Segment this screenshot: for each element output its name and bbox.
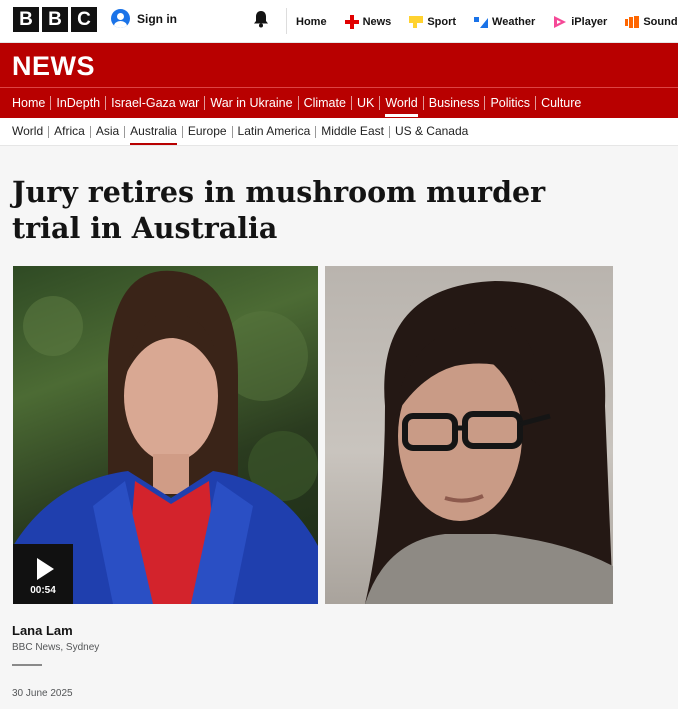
news-wordmark[interactable]: NEWS xyxy=(12,51,95,82)
section-nav-item[interactable]: Israel-Gaza war xyxy=(106,88,204,119)
global-nav-iplayer[interactable]: iPlayer xyxy=(553,15,607,29)
section-nav-item[interactable]: Climate xyxy=(299,88,351,119)
sub-nav-item-active[interactable]: Australia xyxy=(125,118,182,146)
section-nav-item[interactable]: Home xyxy=(12,88,50,119)
play-icon xyxy=(37,558,54,580)
sub-nav-item[interactable]: World xyxy=(12,118,48,146)
sub-nav-item[interactable]: US & Canada xyxy=(390,118,473,146)
signin-link[interactable]: Sign in xyxy=(111,9,177,28)
sub-nav-item[interactable]: Asia xyxy=(91,118,124,146)
signin-label: Sign in xyxy=(137,11,177,26)
global-nav-label: Sport xyxy=(427,15,457,28)
logo-letter: B xyxy=(42,7,68,32)
sub-nav-item[interactable]: Europe xyxy=(183,118,232,146)
logo-letter: C xyxy=(71,7,97,32)
section-nav-item[interactable]: Culture xyxy=(536,88,586,119)
global-nav-weather[interactable]: Weather xyxy=(474,15,535,29)
article-media: 00:54 xyxy=(13,266,613,604)
video-play-button[interactable]: 00:54 xyxy=(13,544,73,604)
video-thumbnail[interactable]: 00:54 xyxy=(13,266,318,604)
article-headline: Jury retires in mushroom murder trial in… xyxy=(12,175,546,245)
global-nav-label: Weather xyxy=(492,15,536,28)
sub-nav-item[interactable]: Africa xyxy=(49,118,90,146)
global-nav-home[interactable]: Home xyxy=(296,16,327,28)
author-name[interactable]: Lana Lam xyxy=(12,623,73,638)
news-banner: NEWS xyxy=(0,43,678,87)
byline-divider xyxy=(12,664,42,666)
sub-nav-item[interactable]: Middle East xyxy=(316,118,389,146)
section-nav-item[interactable]: Business xyxy=(424,88,485,119)
section-nav: Home InDepth Israel-Gaza war War in Ukra… xyxy=(0,87,678,118)
article-date: 30 June 2025 xyxy=(12,688,73,699)
logo-letter: B xyxy=(13,7,39,32)
section-nav-item[interactable]: War in Ukraine xyxy=(205,88,297,119)
user-icon xyxy=(111,9,130,28)
notifications-bell-icon[interactable] xyxy=(253,10,269,28)
iplayer-icon xyxy=(554,15,567,28)
bbc-logo[interactable]: B B C xyxy=(13,7,97,32)
global-nav-news[interactable]: News xyxy=(344,14,392,29)
global-nav-label: Home xyxy=(296,15,327,28)
header-divider xyxy=(286,8,287,34)
defendant-photo xyxy=(325,266,613,604)
global-nav-label: Sounds xyxy=(643,15,678,28)
author-role: BBC News, Sydney xyxy=(12,642,100,653)
global-nav-label: iPlayer xyxy=(571,15,608,28)
weather-icon xyxy=(474,16,489,28)
defendant-photo-image xyxy=(365,281,613,604)
section-nav-item[interactable]: Politics xyxy=(485,88,535,119)
section-nav-item[interactable]: UK xyxy=(352,88,379,119)
section-nav-item[interactable]: InDepth xyxy=(51,88,105,119)
global-header: B B C Sign in Home News Sport Weather iP… xyxy=(0,0,678,43)
sounds-icon xyxy=(625,15,640,28)
global-nav-sounds[interactable]: Sounds xyxy=(625,15,678,29)
video-duration: 00:54 xyxy=(30,585,56,596)
global-nav-label: News xyxy=(362,15,392,28)
sub-nav: World Africa Asia Australia Europe Latin… xyxy=(0,118,678,146)
section-nav-item-active[interactable]: World xyxy=(380,88,422,119)
sport-icon xyxy=(409,15,424,28)
sub-nav-item[interactable]: Latin America xyxy=(233,118,316,146)
global-nav: Home News Sport Weather iPlayer Sound xyxy=(296,0,678,43)
news-icon xyxy=(344,14,359,29)
global-nav-sport[interactable]: Sport xyxy=(409,15,456,29)
